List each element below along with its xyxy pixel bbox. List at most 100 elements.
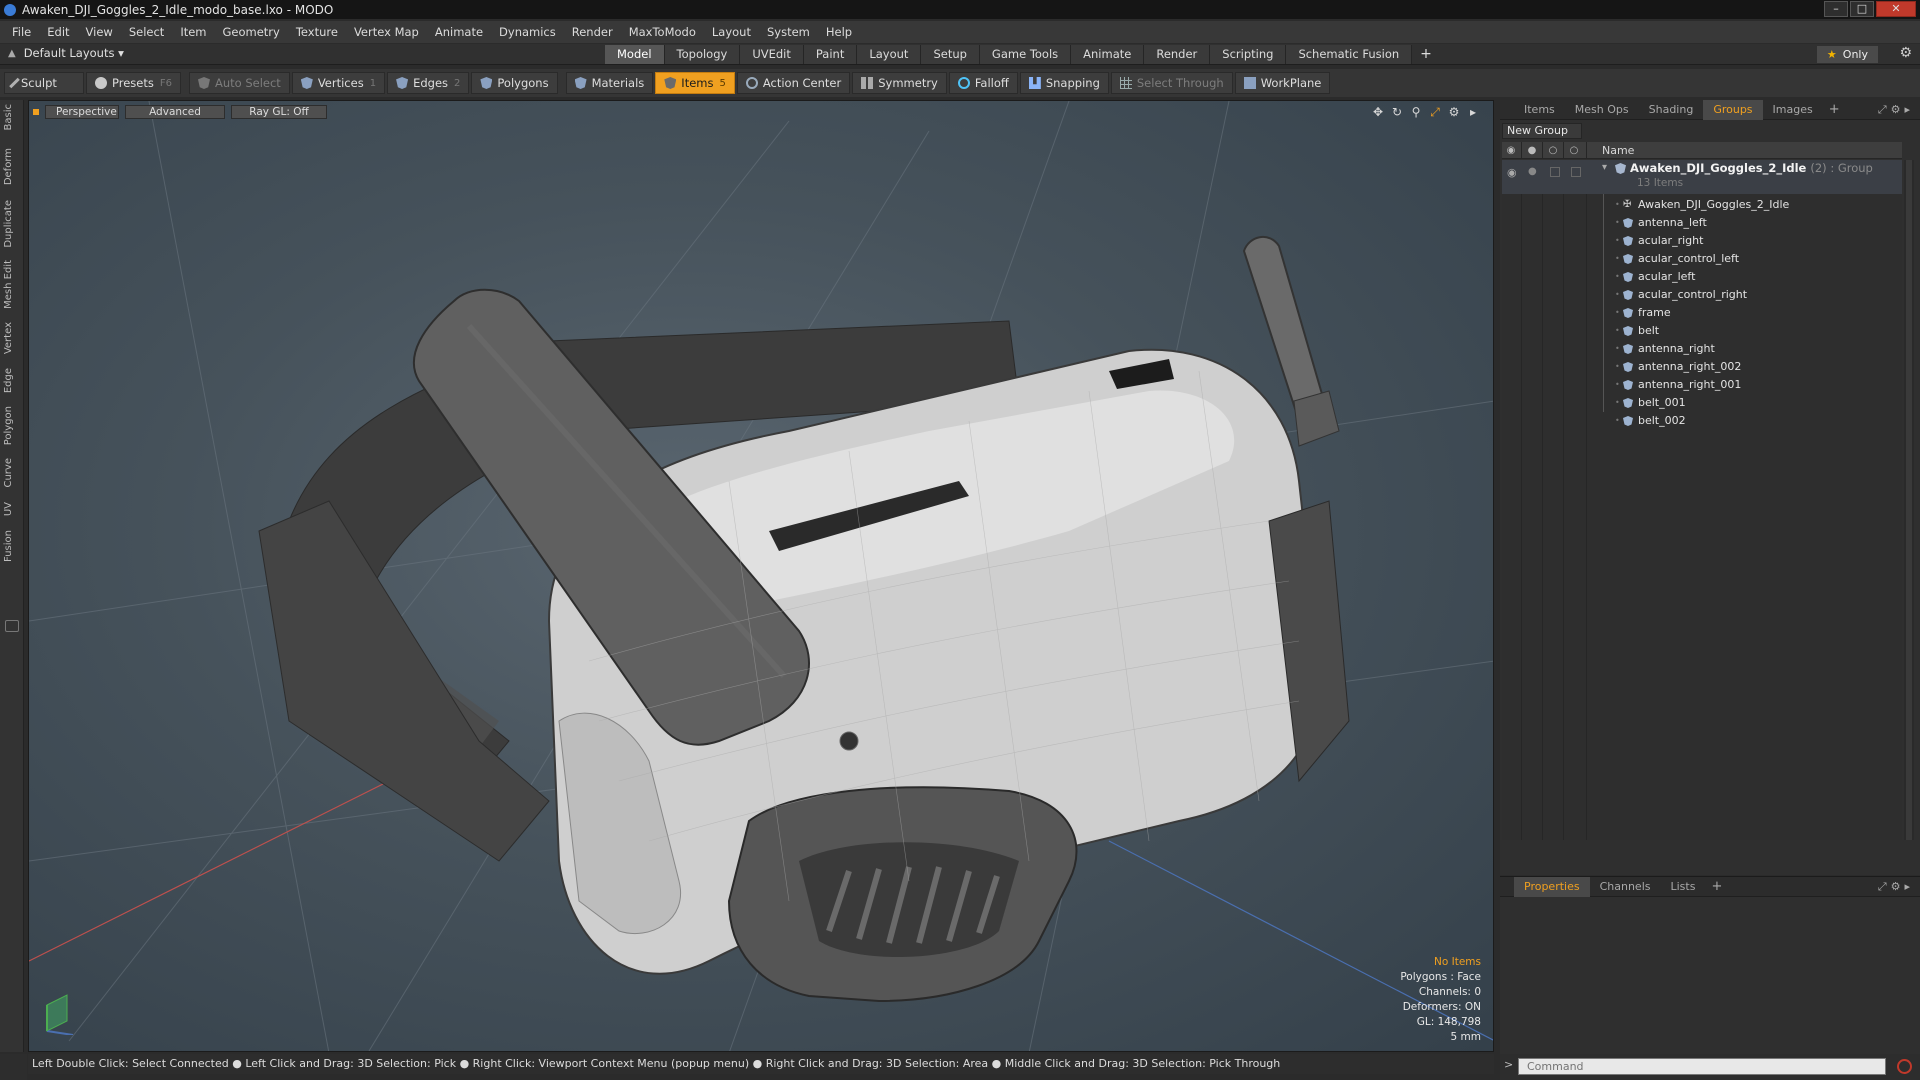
tab-topology[interactable]: Topology	[664, 45, 741, 64]
menu-view[interactable]: View	[78, 21, 121, 43]
menu-help[interactable]: Help	[818, 21, 860, 43]
menu-render[interactable]: Render	[564, 21, 621, 43]
menu-animate[interactable]: Animate	[427, 21, 491, 43]
tab-layout[interactable]: Layout	[857, 45, 922, 64]
action-center-button[interactable]: Action Center	[736, 72, 851, 94]
command-input[interactable]	[1518, 1058, 1886, 1075]
panel-toggle-icon[interactable]	[5, 620, 19, 632]
add-properties-tab-button[interactable]: +	[1705, 879, 1728, 894]
group-list-scrollbar[interactable]	[1904, 160, 1914, 840]
menu-maxtomodo[interactable]: MaxToModo	[621, 21, 704, 43]
left-tab-duplicate[interactable]: Duplicate	[3, 200, 14, 248]
menu-layout[interactable]: Layout	[704, 21, 759, 43]
list-item[interactable]: • frame	[1502, 304, 1902, 322]
menu-select[interactable]: Select	[121, 21, 172, 43]
tab-items[interactable]: Items	[1514, 100, 1565, 120]
select-column-icon[interactable]: ○	[1568, 145, 1580, 156]
left-tab-uv[interactable]: UV	[3, 502, 14, 516]
tab-setup[interactable]: Setup	[921, 45, 980, 64]
tab-properties[interactable]: Properties	[1514, 876, 1590, 897]
pan-icon[interactable]: ✥	[1372, 105, 1384, 120]
snapping-button[interactable]: Snapping	[1019, 72, 1109, 94]
tab-model[interactable]: Model	[605, 45, 665, 64]
left-tab-mesh-edit[interactable]: Mesh Edit	[3, 260, 14, 309]
shading-mode-button[interactable]: Advanced	[125, 105, 225, 119]
tab-lists[interactable]: Lists	[1661, 877, 1706, 897]
menu-dynamics[interactable]: Dynamics	[491, 21, 564, 43]
presets-button[interactable]: Presets F6	[86, 72, 181, 94]
tab-mesh-ops[interactable]: Mesh Ops	[1565, 100, 1639, 120]
list-item[interactable]: • belt_001	[1502, 394, 1902, 412]
items-button[interactable]: Items 5	[655, 72, 735, 94]
tab-uvedit[interactable]: UVEdit	[740, 45, 804, 64]
list-item[interactable]: • acular_left	[1502, 268, 1902, 286]
menu-system[interactable]: System	[759, 21, 818, 43]
left-tab-edge[interactable]: Edge	[3, 368, 14, 393]
menu-item[interactable]: Item	[172, 21, 214, 43]
left-tab-fusion[interactable]: Fusion	[3, 530, 14, 562]
left-tab-vertex[interactable]: Vertex	[3, 322, 14, 354]
new-group-button[interactable]: New Group	[1502, 123, 1582, 139]
collapse-up-icon[interactable]: ▲	[8, 48, 16, 59]
symmetry-button[interactable]: Symmetry	[852, 72, 947, 94]
record-macro-icon[interactable]	[1897, 1059, 1912, 1074]
tab-animate[interactable]: Animate	[1071, 45, 1145, 64]
tab-scripting[interactable]: Scripting	[1210, 45, 1287, 64]
tab-game-tools[interactable]: Game Tools	[979, 45, 1072, 64]
tab-schematic-fusion[interactable]: Schematic Fusion	[1286, 45, 1413, 64]
maximize-button[interactable]: □	[1850, 1, 1874, 17]
falloff-button[interactable]: Falloff	[948, 72, 1018, 94]
properties-options-icon[interactable]: ⤢⚙▸	[1878, 880, 1914, 894]
panel-options-icon[interactable]: ⤢⚙▸	[1878, 103, 1914, 117]
scrollbar-thumb[interactable]	[1906, 160, 1912, 840]
3d-viewport[interactable]: Perspective Advanced Ray GL: Off ✥ ↻ ⚲ ⤢…	[28, 100, 1494, 1052]
fit-icon[interactable]: ⤢	[1429, 105, 1441, 120]
list-item[interactable]: • acular_control_right	[1502, 286, 1902, 304]
default-layouts-dropdown[interactable]: ▲ Default Layouts ▾	[8, 46, 124, 60]
edges-button[interactable]: Edges 2	[387, 72, 470, 94]
tab-paint[interactable]: Paint	[803, 45, 858, 64]
close-button[interactable]: ✕	[1876, 1, 1916, 17]
vertices-button[interactable]: Vertices 1	[291, 72, 386, 94]
raygl-button[interactable]: Ray GL: Off	[231, 105, 327, 119]
materials-button[interactable]: Materials	[565, 72, 654, 94]
visibility-column-icon[interactable]: ◉	[1505, 145, 1517, 156]
list-item[interactable]: • antenna_right_001	[1502, 376, 1902, 394]
gear-icon[interactable]: ⚙	[1899, 45, 1912, 61]
perspective-view-button[interactable]: Perspective	[45, 105, 119, 119]
expand-arrow-icon[interactable]: ▾	[1602, 162, 1607, 173]
list-item[interactable]: • antenna_right_002	[1502, 358, 1902, 376]
left-tab-polygon[interactable]: Polygon	[3, 406, 14, 445]
render-column-icon[interactable]: ○	[1547, 145, 1559, 156]
lock-icon[interactable]: ●	[1528, 166, 1537, 177]
tab-groups[interactable]: Groups	[1703, 99, 1763, 120]
left-tab-deform[interactable]: Deform	[3, 148, 14, 185]
viewport-menu-arrow-icon[interactable]: ▸	[1467, 105, 1479, 120]
menu-edit[interactable]: Edit	[39, 21, 77, 43]
minimize-button[interactable]: –	[1824, 1, 1848, 17]
list-item[interactable]: • acular_control_left	[1502, 250, 1902, 268]
rotate-icon[interactable]: ↻	[1391, 105, 1403, 120]
workplane-button[interactable]: WorkPlane	[1234, 72, 1331, 94]
auto-select-button[interactable]: Auto Select	[188, 72, 290, 94]
list-item[interactable]: • belt	[1502, 322, 1902, 340]
left-tab-basic[interactable]: Basic	[3, 104, 14, 130]
list-item[interactable]: • antenna_right	[1502, 340, 1902, 358]
select-through-button[interactable]: Select Through	[1110, 72, 1233, 94]
polygons-button[interactable]: Polygons	[471, 72, 558, 94]
left-tab-curve[interactable]: Curve	[3, 458, 14, 488]
name-column-header[interactable]: Name	[1602, 144, 1634, 157]
list-item[interactable]: • antenna_left	[1502, 214, 1902, 232]
render-toggle[interactable]	[1550, 167, 1560, 177]
add-layout-tab-button[interactable]: +	[1412, 45, 1440, 64]
select-toggle[interactable]	[1571, 167, 1581, 177]
list-item[interactable]: • acular_right	[1502, 232, 1902, 250]
menu-file[interactable]: File	[4, 21, 39, 43]
zoom-icon[interactable]: ⚲	[1410, 105, 1422, 120]
lock-column-icon[interactable]: ●	[1526, 145, 1538, 156]
menu-texture[interactable]: Texture	[288, 21, 346, 43]
menu-geometry[interactable]: Geometry	[215, 21, 288, 43]
viewport-settings-icon[interactable]: ⚙	[1448, 105, 1460, 120]
list-item[interactable]: • belt_002	[1502, 412, 1902, 430]
menu-vertex-map[interactable]: Vertex Map	[346, 21, 427, 43]
